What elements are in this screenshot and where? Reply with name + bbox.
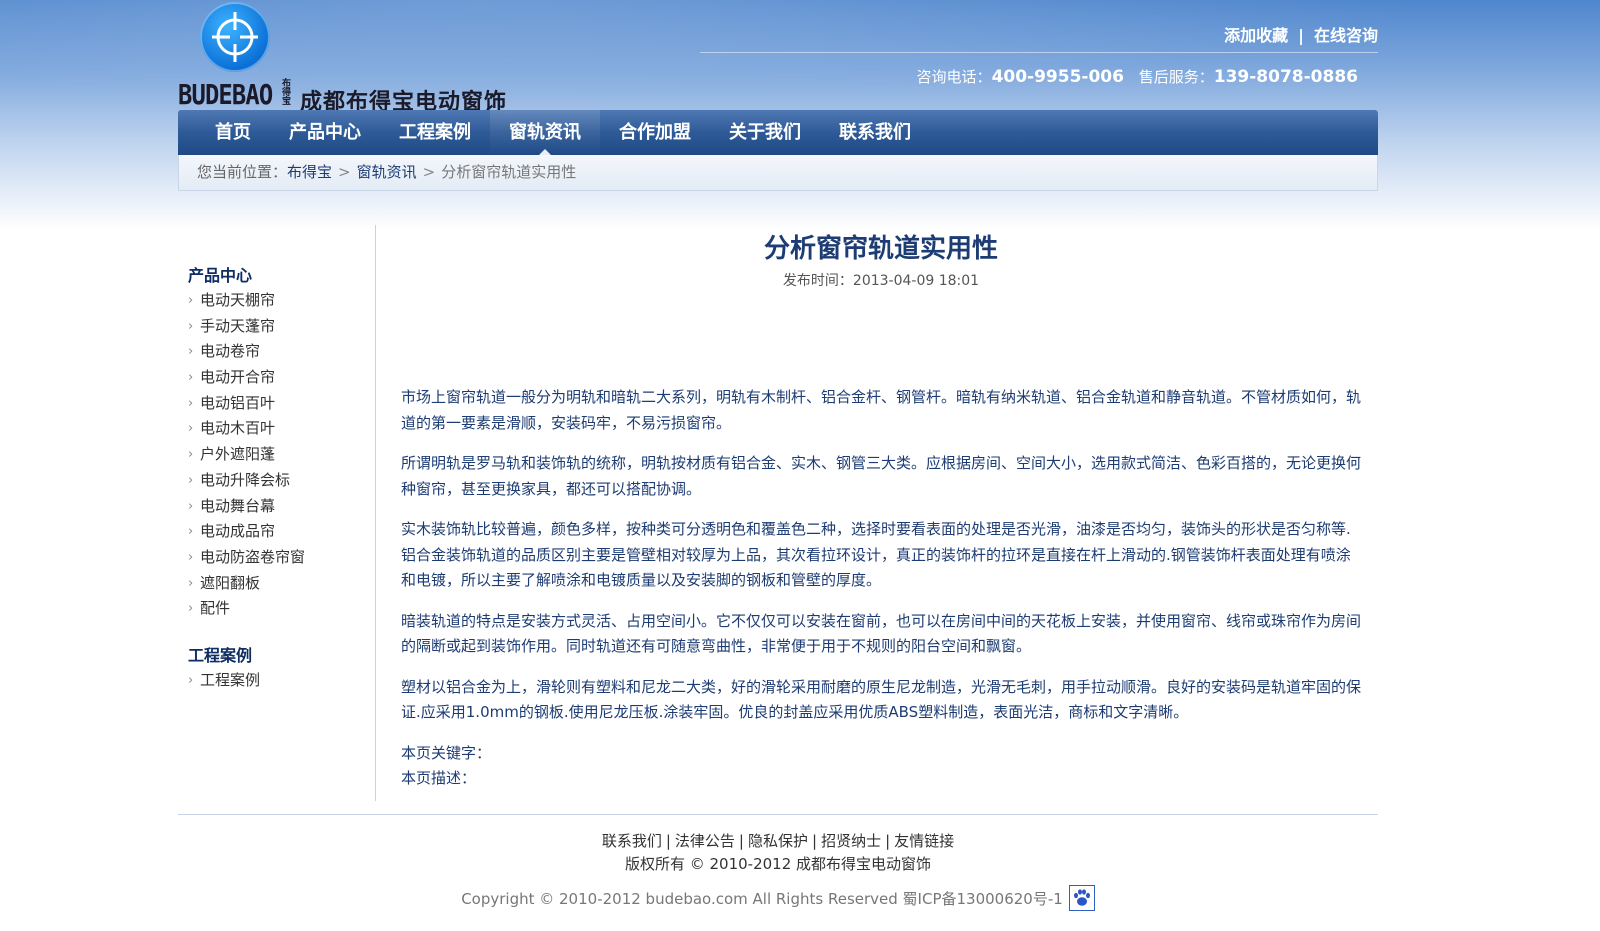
- article-paragraph: 实木装饰轨比较普遍，颜色多样，按种类可分透明色和覆盖色二种，选择时要看表面的处理…: [401, 520, 1351, 589]
- article-paragraph: 所谓明轨是罗马轨和装饰轨的统称，明轨按材质有铝合金、实木、钢管三大类。应根据房间…: [401, 454, 1362, 498]
- sidebar: 产品中心 电动天棚帘 手动天蓬帘 电动卷帘 电动开合帘 电动铝百叶 电动木百叶 …: [188, 262, 368, 714]
- footer-link-friends[interactable]: 友情链接: [894, 832, 954, 850]
- article-paragraph: 暗装轨道的特点是安装方式灵活、占用空间小。它不仅仅可以安装在窗前，也可以在房间中…: [401, 611, 1362, 656]
- article-meta: 本页关键字： 本页描述：: [401, 741, 1361, 792]
- logo-icon[interactable]: [200, 2, 270, 72]
- breadcrumb-home[interactable]: 布得宝: [287, 163, 332, 181]
- top-links: 添加收藏 | 在线咨询: [1224, 22, 1378, 46]
- sidebar-item[interactable]: 手动天蓬帘: [188, 314, 368, 340]
- date-label: 发布时间：: [782, 273, 853, 289]
- footer-divider: [178, 814, 1378, 815]
- nav-item-about[interactable]: 关于我们: [710, 110, 820, 155]
- logo-brand-small: 布得宝: [282, 79, 292, 107]
- article: 分析窗帘轨道实用性 发布时间：2013-04-09 18:01 市场上窗帘轨道一…: [401, 228, 1361, 792]
- footer-copyright-cn: 版权所有 © 2010-2012 成都布得宝电动窗饰: [624, 855, 932, 873]
- footer-copyright-en: Copyright © 2010-2012 budebao.com All Ri…: [178, 885, 1378, 911]
- sidebar-item[interactable]: 电动铝百叶: [188, 391, 368, 417]
- page-container: BUDEBAO 布得宝 成都布得宝电动窗饰 添加收藏 | 在线咨询 咨询电话：400…: [178, 0, 1378, 931]
- sidebar-item[interactable]: 电动成品帘: [188, 519, 368, 545]
- footer-link-contact[interactable]: 联系我们: [602, 832, 662, 850]
- breadcrumb-separator: >: [422, 163, 436, 181]
- service-label: 售后服务：: [1138, 68, 1214, 86]
- sidebar-item[interactable]: 电动升降会标: [188, 468, 368, 494]
- consult-phone: 400-9955-006: [991, 67, 1124, 87]
- page-keywords: 本页关键字：: [401, 743, 492, 762]
- sidebar-item[interactable]: 配件: [188, 596, 368, 622]
- sidebar-item[interactable]: 工程案例: [188, 668, 368, 694]
- sidebar-item[interactable]: 电动卷帘: [188, 339, 368, 365]
- sidebar-title-cases[interactable]: 工程案例: [188, 642, 368, 666]
- nav-item-franchise[interactable]: 合作加盟: [600, 110, 710, 155]
- paw-icon[interactable]: [1068, 885, 1095, 911]
- article-paragraph: 市场上窗帘轨道一般分为明轨和暗轨二大系列，明轨有木制杆、铝合金杆、钢管杆。暗轨有…: [401, 388, 1362, 432]
- sidebar-item[interactable]: 遮阳翻板: [188, 571, 368, 597]
- online-consult-link[interactable]: 在线咨询: [1314, 26, 1378, 45]
- sidebar-item[interactable]: 电动天棚帘: [188, 288, 368, 314]
- sidebar-divider: [375, 225, 376, 801]
- date-value: 2013-04-09 18:01: [852, 273, 980, 289]
- header-divider: [700, 52, 1378, 53]
- sidebar-item[interactable]: 电动防盗卷帘窗: [188, 545, 368, 571]
- breadcrumb-prefix: 您当前位置：: [197, 163, 288, 181]
- breadcrumb-news[interactable]: 窗轨资讯: [357, 163, 417, 181]
- main-nav: 首页 产品中心 工程案例 窗轨资讯 合作加盟 关于我们 联系我们: [178, 110, 1378, 155]
- sidebar-item[interactable]: 电动开合帘: [188, 365, 368, 391]
- footer-links: 联系我们 | 法律公告 | 隐私保护 | 招贤纳士 | 友情链接: [178, 830, 1378, 851]
- nav-item-news[interactable]: 窗轨资讯: [490, 110, 600, 155]
- footer-separator: |: [885, 832, 891, 850]
- sidebar-item[interactable]: 电动木百叶: [188, 416, 368, 442]
- consult-label: 咨询电话：: [916, 68, 992, 86]
- logo-text[interactable]: BUDEBAO: [178, 78, 273, 111]
- case-category-list: 工程案例: [188, 668, 368, 694]
- footer-link-privacy[interactable]: 隐私保护: [748, 832, 808, 850]
- service-phone: 139-8078-0886: [1213, 67, 1358, 87]
- article-date: 发布时间：2013-04-09 18:01: [401, 270, 1361, 290]
- contact-phones: 咨询电话：400-9955-006 售后服务：139-8078-0886: [917, 66, 1368, 87]
- nav-item-home[interactable]: 首页: [196, 110, 270, 155]
- footer-link-legal[interactable]: 法律公告: [675, 832, 735, 850]
- nav-item-products[interactable]: 产品中心: [270, 110, 380, 155]
- add-favorite-link[interactable]: 添加收藏: [1224, 26, 1288, 45]
- article-title: 分析窗帘轨道实用性: [763, 234, 998, 264]
- product-category-list: 电动天棚帘 手动天蓬帘 电动卷帘 电动开合帘 电动铝百叶 电动木百叶 户外遮阳蓬…: [188, 288, 368, 622]
- footer-link-jobs[interactable]: 招贤纳士: [821, 832, 881, 850]
- breadcrumb-current: 分析窗帘轨道实用性: [441, 163, 577, 181]
- sidebar-item[interactable]: 户外遮阳蓬: [188, 442, 368, 468]
- copyright-text: Copyright © 2010-2012 budebao.com All Ri…: [461, 890, 1063, 908]
- article-body: 市场上窗帘轨道一般分为明轨和暗轨二大系列，明轨有木制杆、铝合金杆、钢管杆。暗轨有…: [401, 385, 1361, 726]
- nav-item-cases[interactable]: 工程案例: [380, 110, 490, 155]
- sidebar-item[interactable]: 电动舞台幕: [188, 494, 368, 520]
- footer-separator: |: [665, 832, 671, 850]
- breadcrumb: 您当前位置：布得宝 > 窗轨资讯 > 分析窗帘轨道实用性: [178, 155, 1378, 191]
- page-description: 本页描述：: [401, 769, 477, 787]
- breadcrumb-separator: >: [338, 163, 351, 181]
- footer-separator: |: [812, 832, 818, 850]
- article-paragraph: 塑材以铝合金为上，滑轮则有塑料和尼龙二大类，好的滑轮采用耐磨的原生尼龙制造，光滑…: [401, 677, 1362, 722]
- nav-item-contact[interactable]: 联系我们: [820, 110, 930, 155]
- link-separator: |: [1298, 26, 1304, 45]
- sidebar-title-products[interactable]: 产品中心: [188, 262, 368, 286]
- footer-separator: |: [738, 832, 744, 850]
